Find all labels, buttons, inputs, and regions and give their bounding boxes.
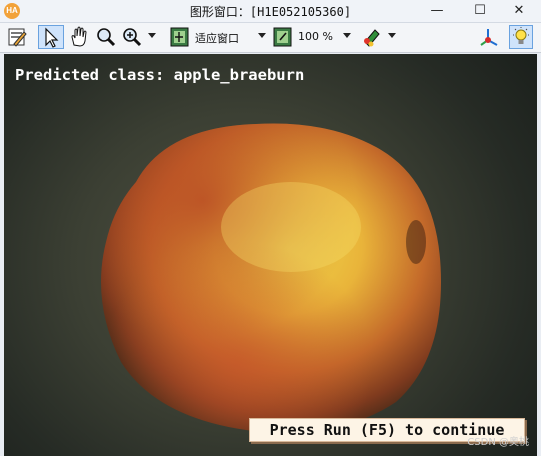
zoom-dropdown-icon[interactable] xyxy=(148,33,156,38)
close-button[interactable]: ✕ xyxy=(497,0,541,22)
pointer-icon[interactable] xyxy=(38,25,64,49)
color-tool-icon[interactable] xyxy=(361,25,385,49)
maximize-button[interactable]: ☐ xyxy=(465,0,495,22)
title-bar: HA 图形窗口：[H1E052105360] — ☐ ✕ xyxy=(0,0,541,23)
zoom-percent-dropdown-icon[interactable] xyxy=(343,33,351,38)
fit-dropdown-icon[interactable] xyxy=(258,33,266,38)
image-canvas[interactable]: Predicted class: apple_braeburn Press Ru… xyxy=(4,54,537,456)
zoom-percent-icon[interactable] xyxy=(272,25,294,49)
zoom-in-icon[interactable] xyxy=(121,25,145,49)
prediction-text: Predicted class: apple_braeburn xyxy=(15,66,305,84)
pan-hand-icon[interactable] xyxy=(68,25,90,49)
apple-image xyxy=(101,123,441,433)
fit-window-label[interactable]: 适应窗口 xyxy=(195,30,239,46)
window-title: 图形窗口：[H1E052105360] xyxy=(189,5,352,19)
edit-icon[interactable] xyxy=(6,25,28,49)
toolbar: 适应窗口 100 % xyxy=(0,23,541,53)
axes-icon[interactable] xyxy=(478,25,502,49)
lightbulb-icon[interactable] xyxy=(509,25,533,49)
color-tool-dropdown-icon[interactable] xyxy=(388,33,396,38)
zoom-percent-label[interactable]: 100 % xyxy=(298,30,333,43)
watermark: CSDN @奥桃 xyxy=(467,437,529,448)
zoom-icon[interactable] xyxy=(95,25,117,49)
fit-window-icon[interactable] xyxy=(169,25,191,49)
minimize-button[interactable]: — xyxy=(422,0,452,22)
